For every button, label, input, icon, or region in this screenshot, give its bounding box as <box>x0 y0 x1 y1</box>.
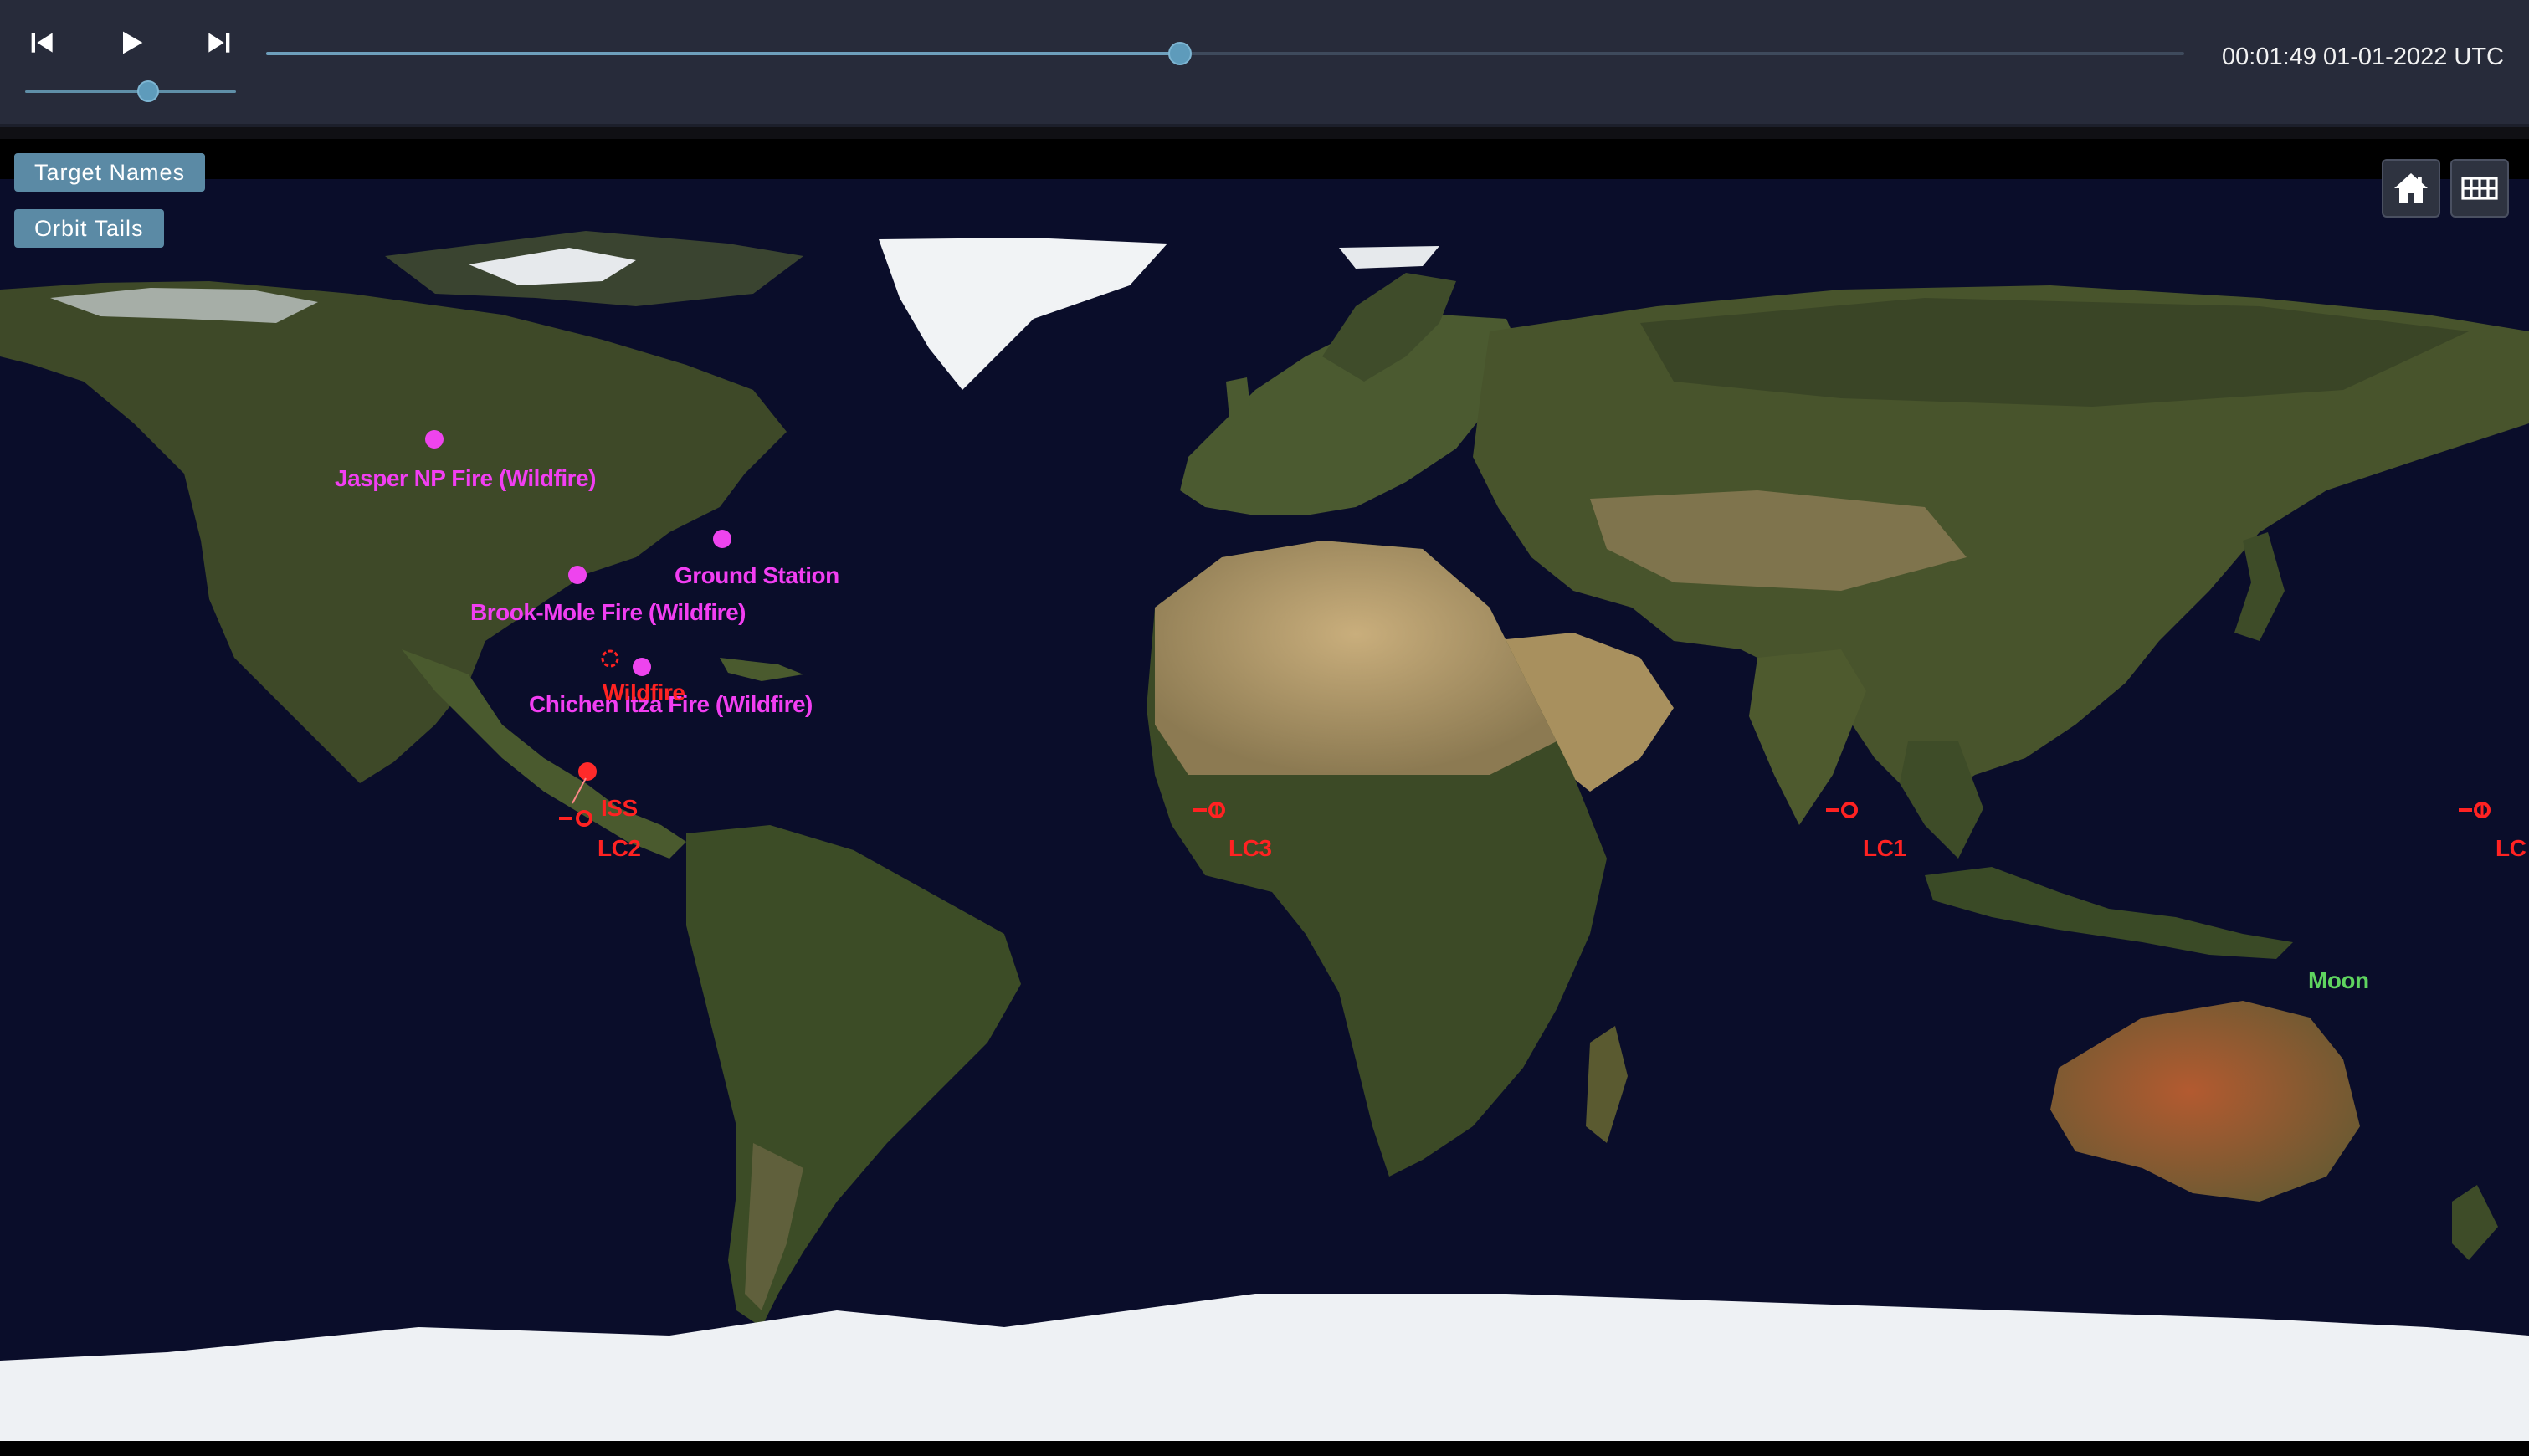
jasper-fire-label: Jasper NP Fire (Wildfire) <box>335 465 596 491</box>
timeline-progress <box>266 52 1180 55</box>
orbit-tails-toggle[interactable]: Orbit Tails <box>14 209 164 248</box>
lc3-satellite-icon[interactable] <box>1192 798 1229 822</box>
lc-edge-label: LC <box>2496 835 2526 861</box>
home-icon <box>2394 173 2428 203</box>
skip-back-button[interactable] <box>18 18 67 67</box>
play-icon <box>123 31 143 54</box>
lc1-label: LC1 <box>1863 835 1906 861</box>
playback-toolbar: 00:01:49 01-01-2022 UTC <box>0 0 2529 127</box>
iss-label: ISS <box>601 795 638 821</box>
ground-station-marker[interactable] <box>713 530 731 548</box>
skip-forward-button[interactable] <box>194 18 243 67</box>
world-map <box>0 139 2529 1456</box>
brook-mole-fire-marker[interactable] <box>568 566 587 584</box>
target-names-toggle[interactable]: Target Names <box>14 153 206 192</box>
current-time-label: 00:01:49 01-01-2022 UTC <box>2222 44 2504 70</box>
home-view-button[interactable] <box>2382 159 2440 218</box>
lc1-satellite-icon[interactable] <box>1824 798 1861 822</box>
speed-slider-handle[interactable] <box>137 80 159 102</box>
timeline-handle[interactable] <box>1168 42 1192 65</box>
speed-slider-track[interactable] <box>25 90 236 93</box>
lc3-label: LC3 <box>1229 835 1272 861</box>
wildfire-satellite-icon[interactable] <box>598 646 623 671</box>
skip-forward-icon <box>208 33 230 53</box>
play-button[interactable] <box>107 18 156 67</box>
grid-icon <box>2461 177 2498 200</box>
lc2-label: LC2 <box>598 835 641 861</box>
map-projection-button[interactable] <box>2450 159 2509 218</box>
moon-label: Moon <box>2308 967 2369 993</box>
ground-station-label: Ground Station <box>675 562 839 588</box>
jasper-fire-marker[interactable] <box>425 430 444 449</box>
skip-back-icon <box>31 33 53 53</box>
chichen-itza-fire-marker[interactable] <box>633 658 651 676</box>
brook-mole-fire-label: Brook-Mole Fire (Wildfire) <box>470 599 746 625</box>
lc-edge-satellite-icon[interactable] <box>2457 798 2494 822</box>
map-viewport[interactable]: Target Names Orbit Tails Jasper NP Fire … <box>0 139 2529 1456</box>
wildfire-label: Wildfire <box>603 679 685 705</box>
